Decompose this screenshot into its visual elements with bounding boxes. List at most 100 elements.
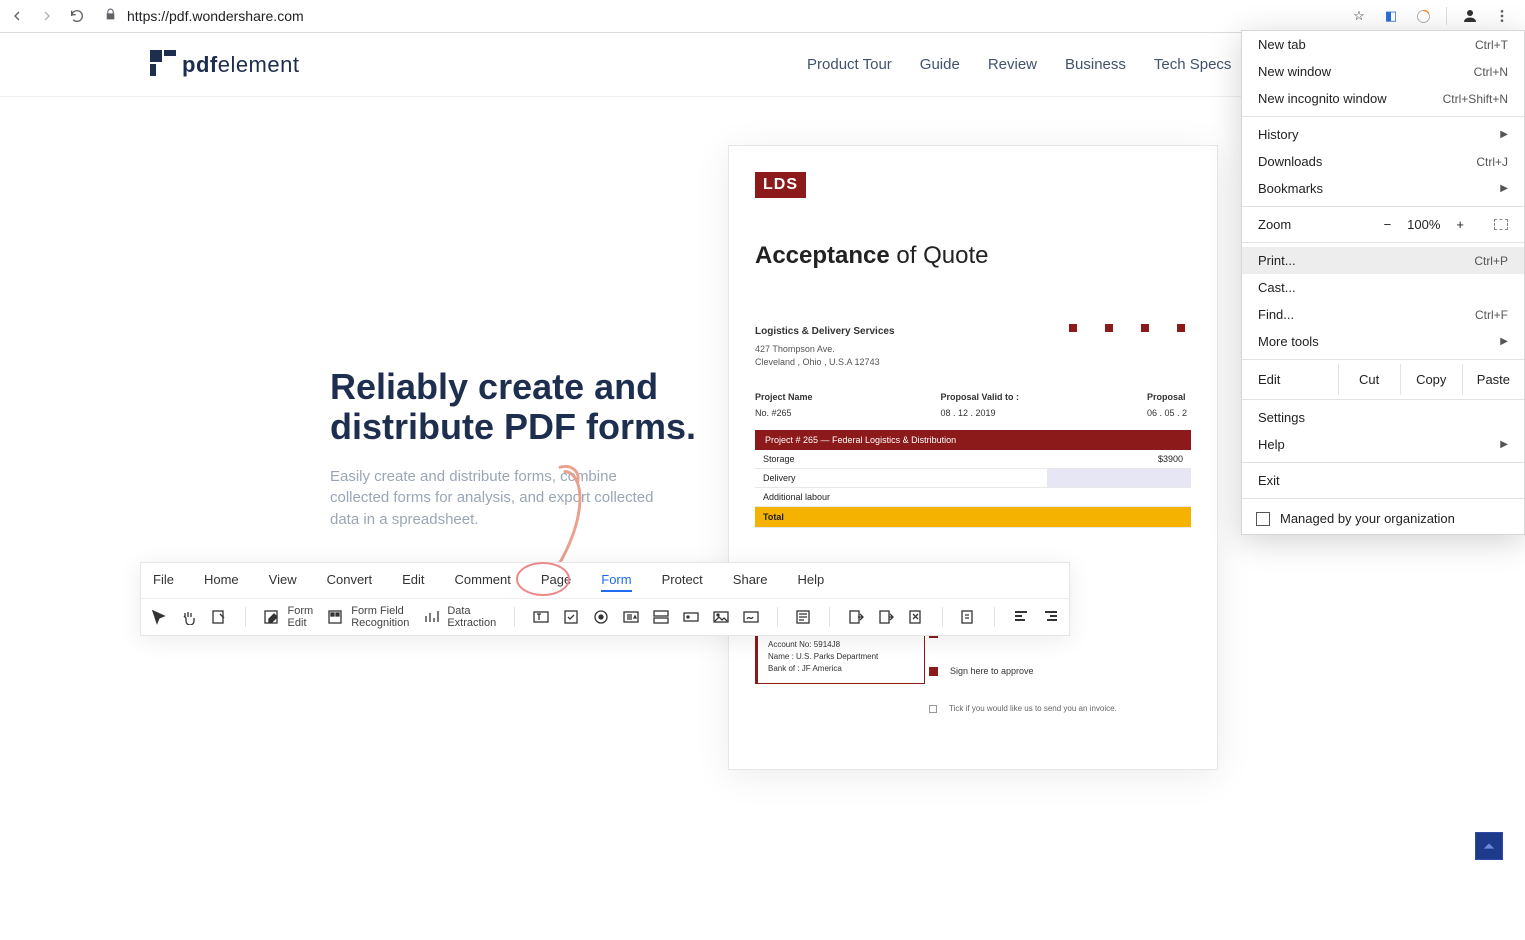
menu-file[interactable]: File bbox=[153, 572, 174, 592]
menu-edit-row: Edit Cut Copy Paste bbox=[1242, 364, 1524, 395]
zoom-value: 100% bbox=[1407, 217, 1440, 232]
data-extraction-tool[interactable]: Data Extraction bbox=[423, 605, 496, 629]
decorative-squares bbox=[1069, 324, 1185, 332]
project-table: Storage$3900 Delivery Additional labour … bbox=[755, 450, 1191, 528]
more-icon[interactable] bbox=[960, 609, 976, 625]
zoom-out-button[interactable]: − bbox=[1384, 217, 1392, 232]
nav-review[interactable]: Review bbox=[988, 56, 1037, 73]
edit-tool-icon[interactable] bbox=[211, 609, 227, 625]
menu-bookmarks[interactable]: Bookmarks▶ bbox=[1242, 175, 1524, 202]
nav-business[interactable]: Business bbox=[1065, 56, 1126, 73]
image-field-icon[interactable] bbox=[713, 609, 729, 625]
zoom-in-button[interactable]: + bbox=[1456, 217, 1464, 232]
doc-address: 427 Thompson Ave.Cleveland , Ohio , U.S.… bbox=[755, 343, 1191, 368]
back-button[interactable] bbox=[8, 7, 26, 25]
reset-form-icon[interactable] bbox=[908, 609, 924, 625]
menu-paste[interactable]: Paste bbox=[1463, 364, 1524, 395]
menu-view[interactable]: View bbox=[269, 572, 297, 592]
align-right-icon[interactable] bbox=[1043, 609, 1059, 625]
ribbon-tool-row: Form Edit Form Field Recognition Data Ex… bbox=[141, 599, 1069, 635]
menu-settings[interactable]: Settings bbox=[1242, 404, 1524, 431]
reload-button[interactable] bbox=[68, 7, 86, 25]
recognition-icon bbox=[327, 609, 343, 625]
table-row: Storage$3900 bbox=[755, 450, 1191, 469]
address-bar[interactable]: https://pdf.wondershare.com bbox=[98, 8, 1338, 24]
menu-help[interactable]: Help bbox=[798, 572, 825, 592]
extension-icon-1[interactable]: ◧ bbox=[1382, 7, 1400, 25]
menu-protect[interactable]: Protect bbox=[662, 572, 703, 592]
chrome-menu-dropdown: New tabCtrl+T New windowCtrl+N New incog… bbox=[1241, 30, 1525, 535]
doc-meta: Project NameNo. #265 Proposal Valid to :… bbox=[755, 392, 1191, 418]
menu-find[interactable]: Find...Ctrl+F bbox=[1242, 301, 1524, 328]
table-row: Additional labour bbox=[755, 488, 1191, 507]
extraction-icon bbox=[423, 609, 439, 625]
menu-exit[interactable]: Exit bbox=[1242, 467, 1524, 494]
chrome-menu-button[interactable] bbox=[1493, 7, 1511, 25]
extension-icons: ☆ ◧ bbox=[1350, 7, 1511, 25]
project-header: Project # 265 — Federal Logistics & Dist… bbox=[755, 430, 1191, 450]
extension-icon-2[interactable] bbox=[1414, 7, 1432, 25]
menu-comment[interactable]: Comment bbox=[455, 572, 511, 592]
import-data-icon[interactable] bbox=[848, 609, 864, 625]
radio-field-icon[interactable] bbox=[593, 609, 609, 625]
menu-downloads[interactable]: DownloadsCtrl+J bbox=[1242, 148, 1524, 175]
hero-description: Easily create and distribute forms, comb… bbox=[330, 466, 680, 531]
doc-badge: LDS bbox=[755, 172, 806, 198]
form-edit-icon bbox=[264, 609, 280, 625]
form-recognition-tool[interactable]: Form Field Recognition bbox=[327, 605, 409, 629]
forward-button[interactable] bbox=[38, 7, 56, 25]
ribbon-menu-row: File Home View Convert Edit Comment Page… bbox=[141, 563, 1069, 599]
menu-form[interactable]: Form bbox=[601, 572, 631, 592]
signature-column: Position Sign here to approve Tick if yo… bbox=[929, 628, 1169, 741]
doc-title: Acceptance of Quote bbox=[755, 242, 1191, 270]
fullscreen-icon[interactable] bbox=[1494, 219, 1508, 230]
browser-toolbar: https://pdf.wondershare.com ☆ ◧ bbox=[0, 0, 1525, 33]
menu-new-tab[interactable]: New tabCtrl+T bbox=[1242, 31, 1524, 58]
menu-incognito[interactable]: New incognito windowCtrl+Shift+N bbox=[1242, 85, 1524, 112]
profile-icon[interactable] bbox=[1461, 7, 1479, 25]
logo-icon bbox=[150, 50, 176, 79]
menu-more-tools[interactable]: More tools▶ bbox=[1242, 328, 1524, 355]
hand-tool-icon[interactable] bbox=[181, 609, 197, 625]
menu-copy[interactable]: Copy bbox=[1401, 364, 1463, 395]
menu-convert[interactable]: Convert bbox=[327, 572, 373, 592]
menu-home[interactable]: Home bbox=[204, 572, 239, 592]
nav-tech-specs[interactable]: Tech Specs bbox=[1154, 56, 1232, 73]
checkbox-field-icon[interactable] bbox=[563, 609, 579, 625]
menu-share[interactable]: Share bbox=[733, 572, 768, 592]
table-row: Delivery bbox=[755, 469, 1191, 488]
signature-field-icon[interactable] bbox=[743, 609, 759, 625]
menu-edit[interactable]: Edit bbox=[402, 572, 424, 592]
app-ribbon: File Home View Convert Edit Comment Page… bbox=[140, 562, 1070, 636]
menu-help[interactable]: Help▶ bbox=[1242, 431, 1524, 458]
properties-icon[interactable] bbox=[795, 609, 811, 625]
menu-history[interactable]: History▶ bbox=[1242, 121, 1524, 148]
list-field-icon[interactable] bbox=[653, 609, 669, 625]
text-field-icon[interactable] bbox=[533, 609, 549, 625]
form-edit-tool[interactable]: Form Edit bbox=[264, 605, 314, 629]
menu-cast[interactable]: Cast... bbox=[1242, 274, 1524, 301]
align-left-icon[interactable] bbox=[1013, 609, 1029, 625]
logo[interactable]: pdfelement bbox=[150, 50, 299, 79]
star-icon[interactable]: ☆ bbox=[1350, 7, 1368, 25]
menu-edit-label: Edit bbox=[1242, 364, 1339, 395]
menu-new-window[interactable]: New windowCtrl+N bbox=[1242, 58, 1524, 85]
nav-guide[interactable]: Guide bbox=[920, 56, 960, 73]
menu-zoom: Zoom − 100% + bbox=[1242, 211, 1524, 238]
lock-icon bbox=[104, 8, 117, 24]
document-preview: LDS Acceptance of Quote Logistics & Deli… bbox=[728, 145, 1218, 770]
combo-field-icon[interactable] bbox=[623, 609, 639, 625]
nav-product-tour[interactable]: Product Tour bbox=[807, 56, 892, 73]
menu-managed: Managed by your organization bbox=[1242, 503, 1524, 534]
hero-section: Reliably create anddistribute PDF forms.… bbox=[0, 97, 720, 531]
menu-print[interactable]: Print...Ctrl+P bbox=[1242, 247, 1524, 274]
menu-page[interactable]: Page bbox=[541, 572, 571, 592]
table-row-total: Total bbox=[755, 507, 1191, 528]
logo-text: pdfelement bbox=[182, 52, 299, 78]
export-data-icon[interactable] bbox=[878, 609, 894, 625]
hero-title: Reliably create anddistribute PDF forms. bbox=[330, 367, 720, 448]
button-field-icon[interactable] bbox=[683, 609, 699, 625]
pointer-tool-icon[interactable] bbox=[151, 609, 167, 625]
scroll-top-button[interactable] bbox=[1475, 832, 1503, 860]
menu-cut[interactable]: Cut bbox=[1339, 364, 1401, 395]
